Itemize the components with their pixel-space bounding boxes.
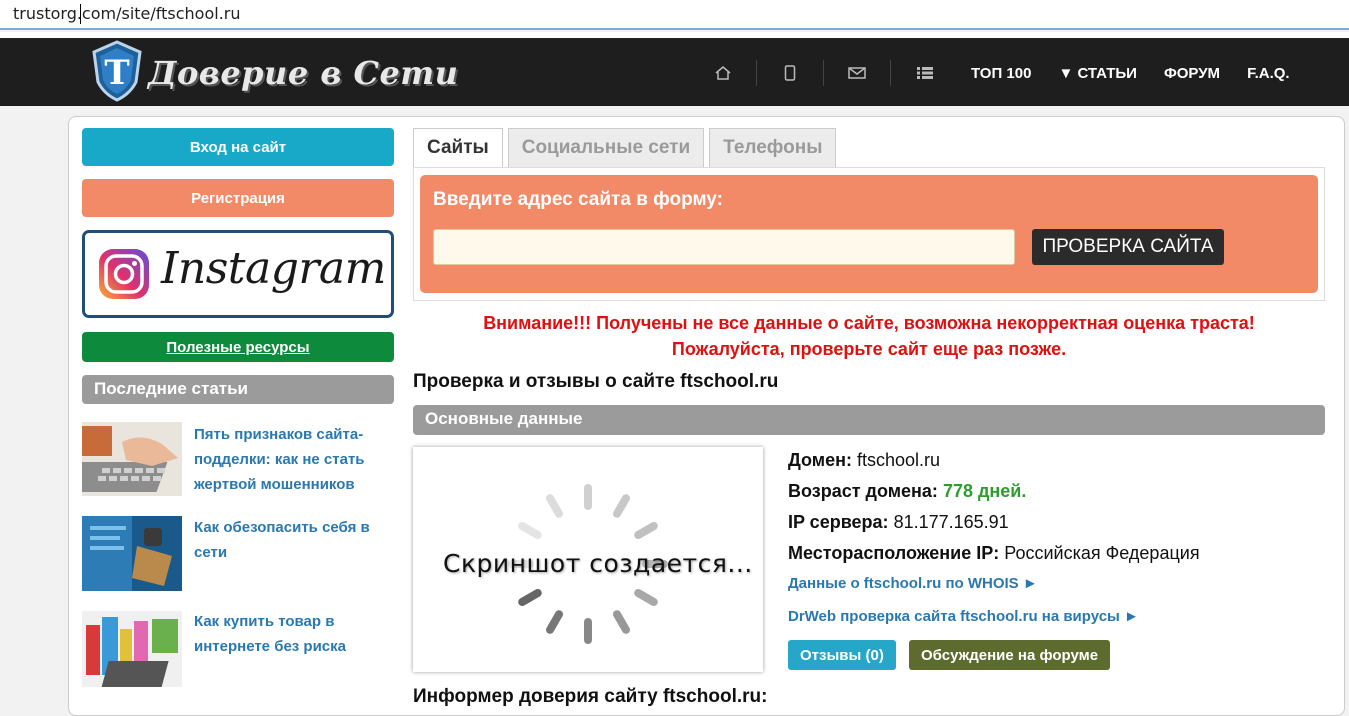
nav-articles[interactable]: ▼ СТАТЬИ bbox=[1058, 65, 1137, 82]
ip-location-label: Месторасположение IP: bbox=[788, 543, 1000, 563]
ip-location-row: Месторасположение IP: Российская Федерац… bbox=[788, 541, 1200, 572]
tab-sites[interactable]: Сайты bbox=[413, 128, 503, 167]
form-label: Введите адрес сайта в форму: bbox=[433, 189, 723, 210]
address-bar[interactable]: trustorg.com/site/ftschool.ru bbox=[0, 0, 1349, 30]
check-type-tabs: Сайты Социальные сети Телефоны bbox=[413, 128, 837, 167]
shield-logo-icon: T bbox=[92, 40, 142, 102]
last-articles-title: Последние статьи bbox=[82, 375, 394, 404]
header-nav: ТОП 100 ▼ СТАТЬИ ФОРУМ F.A.Q. bbox=[971, 65, 1290, 82]
home-icon[interactable] bbox=[690, 60, 757, 86]
nav-faq[interactable]: F.A.Q. bbox=[1247, 65, 1290, 82]
nav-forum[interactable]: ФОРУМ bbox=[1164, 65, 1220, 82]
page-heading: Проверка и отзывы о сайте ftschool.ru bbox=[413, 371, 779, 392]
reviews-button[interactable]: Отзывы (0) bbox=[788, 640, 896, 670]
site-screenshot: Скриншот создается... bbox=[413, 447, 763, 672]
domain-age-row: Возраст домена: 778 дней. bbox=[788, 479, 1200, 510]
svg-text:T: T bbox=[104, 53, 129, 93]
url-text: trustorg.com/site/ftschool.ru bbox=[13, 4, 241, 23]
check-form-panel: Введите адрес сайта в форму: ПРОВЕРКА СА… bbox=[420, 175, 1318, 293]
domain-row: Домен: ftschool.ru bbox=[788, 448, 1200, 479]
site-header: T Доверие в Сети ТОП 100 ▼ СТАТЬИ ФОРУМ … bbox=[0, 38, 1349, 106]
site-url-input[interactable] bbox=[433, 229, 1015, 265]
warning-line-2: Пожалуйста, проверьте сайт еще раз позже… bbox=[671, 339, 1067, 359]
article-thumbnail-security[interactable] bbox=[82, 515, 182, 591]
domain-label: Домен: bbox=[788, 450, 852, 470]
instagram-icon bbox=[99, 249, 149, 299]
site-info: Домен: ftschool.ru Возраст домена: 778 д… bbox=[788, 448, 1200, 638]
drweb-link[interactable]: DrWeb проверка сайта ftschool.ru на виру… bbox=[788, 605, 1200, 638]
domain-age-label: Возраст домена: bbox=[788, 481, 938, 501]
main-data-section-title: Основные данные bbox=[413, 405, 1325, 435]
whois-link[interactable]: Данные о ftschool.ru по WHOIS ► bbox=[788, 572, 1200, 605]
instagram-banner[interactable]: Instagram bbox=[82, 230, 394, 318]
tab-social[interactable]: Социальные сети bbox=[507, 128, 705, 167]
warning-message: Внимание!!! Получены не все данные о сай… bbox=[413, 310, 1325, 362]
register-button[interactable]: Регистрация bbox=[82, 179, 394, 217]
instagram-text: Instagram bbox=[161, 243, 386, 294]
screenshot-status-text: Скриншот создается... bbox=[443, 549, 753, 578]
domain-age-value: 778 дней. bbox=[942, 481, 1027, 501]
ip-value: 81.177.165.91 bbox=[893, 512, 1009, 532]
article-thumbnail-keyboard[interactable] bbox=[82, 422, 182, 496]
login-button[interactable]: Вход на сайт bbox=[82, 128, 394, 166]
useful-resources-link[interactable]: Полезные ресурсы bbox=[82, 332, 394, 362]
text-caret bbox=[80, 4, 81, 24]
check-site-button[interactable]: ПРОВЕРКА САЙТА bbox=[1032, 229, 1224, 265]
article-title[interactable]: Пять признаков сайта-подделки: как не ст… bbox=[194, 422, 394, 497]
phone-icon[interactable] bbox=[757, 60, 824, 86]
forum-discussion-button[interactable]: Обсуждение на форуме bbox=[909, 640, 1111, 670]
mail-icon[interactable] bbox=[824, 60, 891, 86]
article-thumbnail-shopping[interactable] bbox=[82, 609, 182, 687]
site-logo[interactable]: T Доверие в Сети bbox=[90, 40, 458, 102]
ip-label: IP сервера: bbox=[788, 512, 889, 532]
informer-heading: Информер доверия сайту ftschool.ru: bbox=[413, 686, 768, 707]
logo-text: Доверие в Сети bbox=[148, 54, 459, 92]
list-icon[interactable] bbox=[891, 60, 958, 86]
header-icons bbox=[690, 60, 958, 86]
domain-value: ftschool.ru bbox=[857, 450, 941, 470]
ip-location-value: Российская Федерация bbox=[1004, 543, 1200, 563]
article-title[interactable]: Как купить товар в интернете без риска bbox=[194, 609, 394, 659]
warning-line-1: Внимание!!! Получены не все данные о сай… bbox=[483, 313, 1255, 333]
nav-top100[interactable]: ТОП 100 bbox=[971, 65, 1031, 82]
ip-row: IP сервера: 81.177.165.91 bbox=[788, 510, 1200, 541]
tab-phones[interactable]: Телефоны bbox=[709, 128, 837, 167]
article-title[interactable]: Как обезопасить себя в сети bbox=[194, 515, 394, 565]
check-form-box: Введите адрес сайта в форму: ПРОВЕРКА СА… bbox=[413, 167, 1325, 301]
